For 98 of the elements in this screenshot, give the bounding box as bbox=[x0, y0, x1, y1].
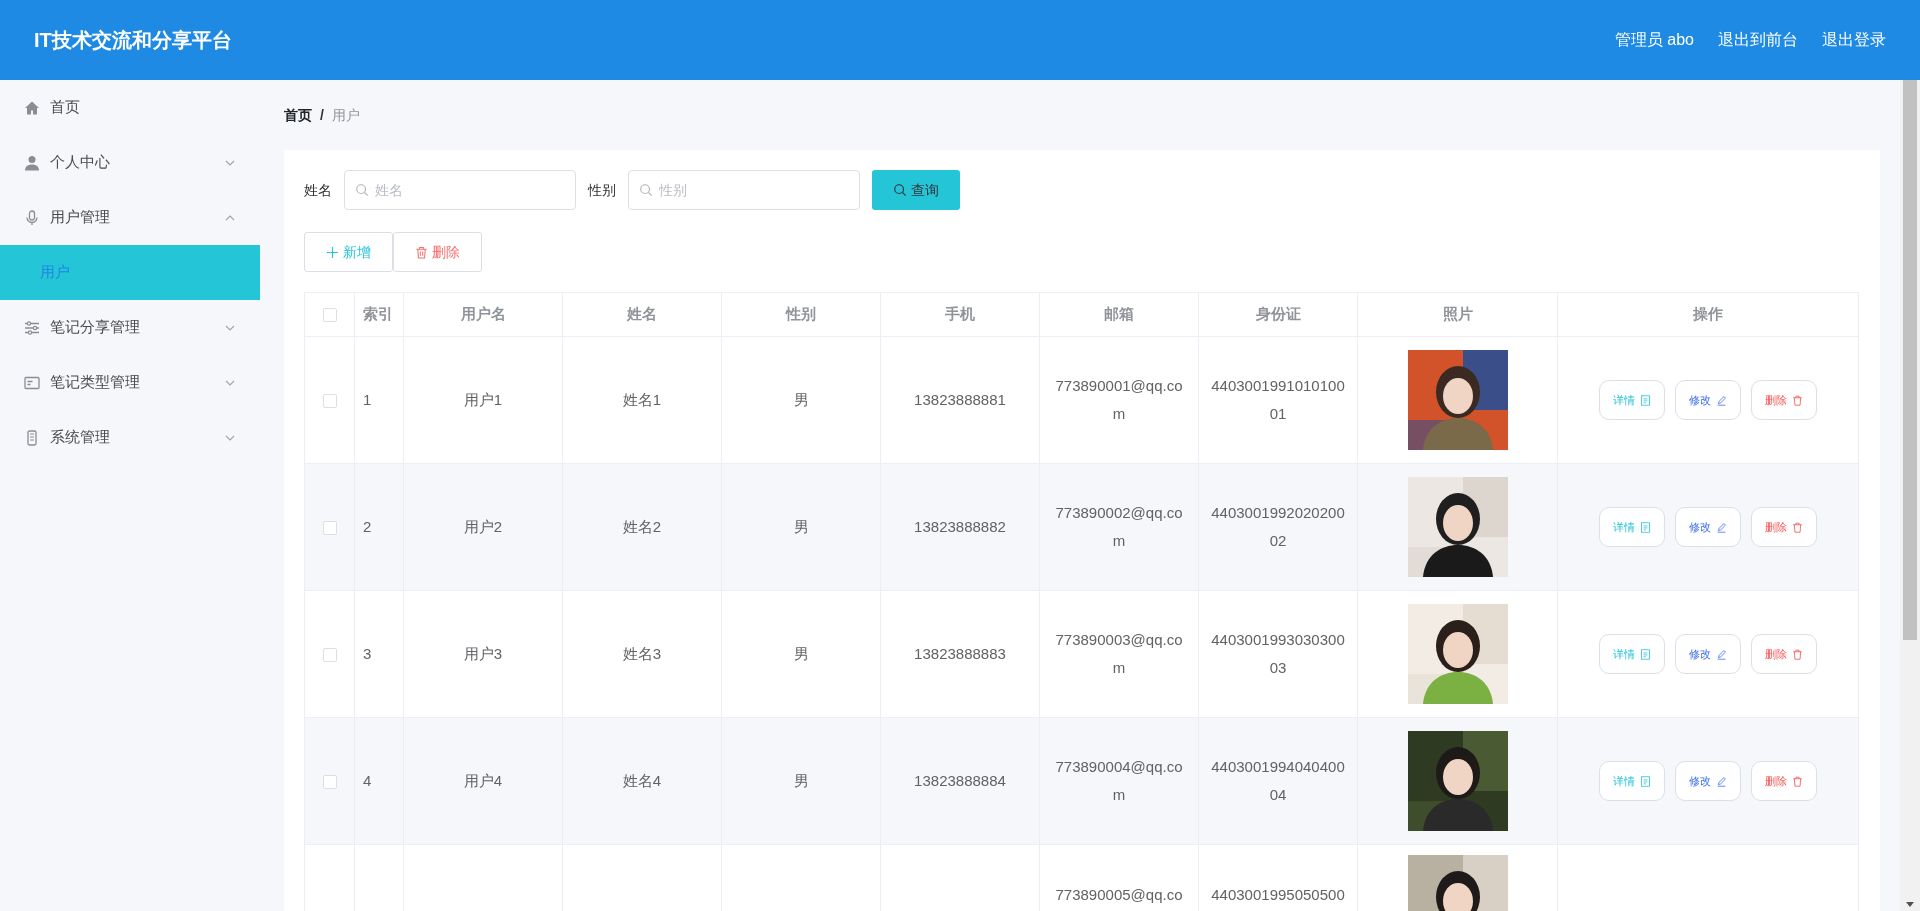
table-cell: 440300199202020002 bbox=[1211, 504, 1345, 549]
column-header: 手机 bbox=[880, 292, 1040, 337]
document-icon bbox=[1640, 394, 1651, 406]
trash-icon bbox=[1792, 521, 1803, 533]
card-icon bbox=[24, 374, 40, 391]
add-button[interactable]: 新增 bbox=[304, 232, 393, 272]
device-icon bbox=[24, 429, 40, 446]
sidebar-item[interactable]: 笔记类型管理 bbox=[0, 355, 260, 410]
table-cell: 姓名1 bbox=[622, 391, 662, 408]
search-icon bbox=[893, 183, 907, 197]
trash-icon bbox=[1792, 648, 1803, 660]
edit-button[interactable]: 修改 bbox=[1675, 380, 1741, 420]
breadcrumb-current: 用户 bbox=[331, 105, 360, 125]
edit-button[interactable]: 修改 bbox=[1675, 761, 1741, 801]
user-icon bbox=[24, 154, 40, 171]
table-cell: 1 bbox=[363, 391, 372, 408]
checkbox[interactable] bbox=[322, 308, 337, 323]
table-cell: 男 bbox=[793, 518, 809, 535]
table-cell: 4403001995050500 bbox=[1211, 886, 1345, 903]
search-field[interactable]: 姓名 bbox=[344, 170, 576, 210]
trash-icon bbox=[1792, 394, 1803, 406]
details-button[interactable]: 详情 bbox=[1599, 507, 1665, 547]
table-cell: 773890003@qq.com bbox=[1055, 631, 1183, 676]
document-icon bbox=[1640, 521, 1651, 533]
table-cell: 773890001@qq.com bbox=[1055, 377, 1183, 422]
table-cell: 用户3 bbox=[463, 645, 503, 662]
trash-icon bbox=[1792, 775, 1803, 787]
details-button[interactable]: 详情 bbox=[1599, 380, 1665, 420]
table-cell: 13823888882 bbox=[914, 518, 1006, 535]
sidebar-item[interactable]: 个人中心 bbox=[0, 135, 260, 190]
trash-icon bbox=[415, 245, 428, 259]
table-cell: 13823888884 bbox=[914, 772, 1006, 789]
delete-button[interactable]: 删除 bbox=[1751, 380, 1817, 420]
column-header: 邮箱 bbox=[1039, 292, 1199, 337]
table-cell: 4 bbox=[363, 772, 372, 789]
delete-button[interactable]: 删除 bbox=[393, 232, 482, 272]
table-cell: 姓名2 bbox=[622, 518, 662, 535]
table-cell: 440300199303030003 bbox=[1211, 631, 1345, 676]
header-link[interactable]: 管理员 abo bbox=[1614, 28, 1694, 52]
edit-button[interactable]: 修改 bbox=[1675, 634, 1741, 674]
edit-button[interactable]: 修改 bbox=[1675, 507, 1741, 547]
plus-icon bbox=[326, 245, 339, 259]
table-cell: 2 bbox=[363, 518, 372, 535]
pencil-icon bbox=[1716, 775, 1727, 787]
table-cell: 773890002@qq.com bbox=[1055, 504, 1183, 549]
table-cell: 773890005@qq.co bbox=[1055, 886, 1183, 903]
header-link[interactable]: 退出到前台 bbox=[1718, 28, 1798, 52]
delete-button[interactable]: 删除 bbox=[1751, 761, 1817, 801]
table-cell: 440300199404040004 bbox=[1211, 758, 1345, 803]
microphone-icon bbox=[24, 209, 40, 226]
sidebar-item[interactable]: 用户管理 bbox=[0, 190, 260, 245]
delete-button[interactable]: 删除 bbox=[1751, 634, 1817, 674]
header-link[interactable]: 退出登录 bbox=[1822, 28, 1886, 52]
sidebar-item[interactable]: 笔记分享管理 bbox=[0, 300, 260, 355]
table-cell: 用户2 bbox=[463, 518, 503, 535]
details-button[interactable]: 详情 bbox=[1599, 761, 1665, 801]
table-cell: 3 bbox=[363, 645, 372, 662]
column-header: 照片 bbox=[1357, 292, 1558, 337]
table-cell: 男 bbox=[793, 391, 809, 408]
site-title: IT技术交流和分享平台 bbox=[34, 28, 232, 53]
document-icon bbox=[1640, 648, 1651, 660]
scrollbar[interactable] bbox=[1900, 80, 1920, 911]
table-cell: 男 bbox=[793, 645, 809, 662]
delete-button[interactable]: 删除 bbox=[1751, 507, 1817, 547]
table-cell: 用户4 bbox=[463, 772, 503, 789]
checkbox[interactable] bbox=[322, 775, 337, 790]
checkbox[interactable] bbox=[322, 521, 337, 536]
pencil-icon bbox=[1716, 521, 1727, 533]
table-cell: 姓名4 bbox=[622, 772, 662, 789]
sliders-icon bbox=[24, 319, 40, 336]
search-field[interactable]: 性别 bbox=[628, 170, 860, 210]
document-icon bbox=[1640, 775, 1651, 787]
table-cell: 13823888881 bbox=[914, 391, 1006, 408]
column-header: 姓名 bbox=[562, 292, 722, 337]
breadcrumb-separator-icon: / bbox=[320, 104, 324, 126]
column-header: 身份证 bbox=[1198, 292, 1358, 337]
sidebar-item[interactable]: 首页 bbox=[0, 80, 260, 135]
breadcrumb-link[interactable]: 首页 bbox=[284, 104, 312, 126]
column-header: 操作 bbox=[1557, 292, 1859, 337]
table-cell: 用户1 bbox=[463, 391, 503, 408]
field-label: 性别 bbox=[588, 180, 616, 200]
table-cell: 773890004@qq.com bbox=[1055, 758, 1183, 803]
checkbox[interactable] bbox=[322, 394, 337, 409]
home-icon bbox=[24, 99, 40, 116]
column-header: 用户名 bbox=[403, 292, 563, 337]
pencil-icon bbox=[1716, 394, 1727, 406]
table-cell: 男 bbox=[793, 772, 809, 789]
checkbox[interactable] bbox=[322, 648, 337, 663]
column-header: 索引 bbox=[354, 292, 404, 337]
field-label: 姓名 bbox=[304, 180, 332, 200]
details-button[interactable]: 详情 bbox=[1599, 634, 1665, 674]
sidebar-item[interactable]: 系统管理 bbox=[0, 410, 260, 465]
table-cell: 13823888883 bbox=[914, 645, 1006, 662]
pencil-icon bbox=[1716, 648, 1727, 660]
search-button[interactable]: 查询 bbox=[872, 170, 960, 210]
table-cell: 姓名3 bbox=[622, 645, 662, 662]
table-cell: 440300199101010001 bbox=[1211, 377, 1345, 422]
column-header: 性别 bbox=[721, 292, 881, 337]
